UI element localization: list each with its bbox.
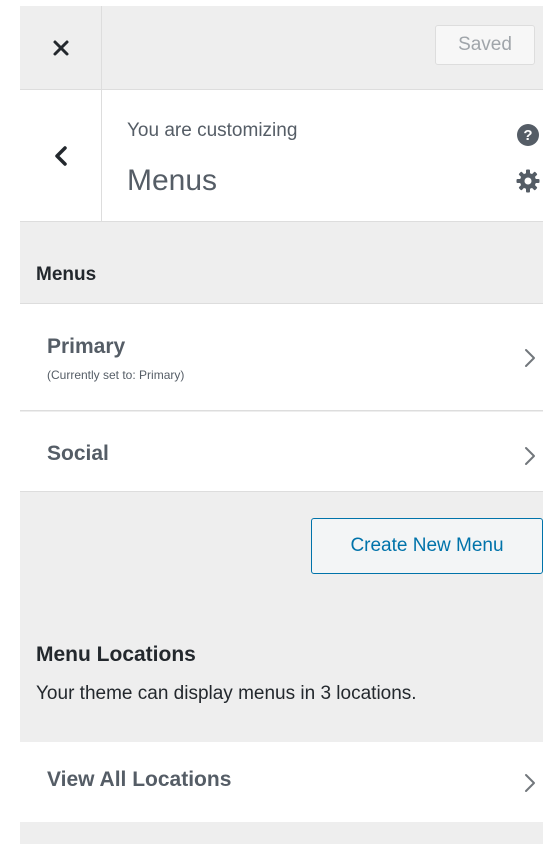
menu-item-primary[interactable]: Primary (Currently set to: Primary) [20,303,543,411]
customizer-panel: Saved You are customizing Menus ? Menus … [20,6,543,844]
close-icon [53,40,68,55]
page-title: Menus [127,164,218,197]
back-button[interactable] [20,90,102,221]
menus-section-heading: Menus [36,264,97,285]
saved-button[interactable]: Saved [435,25,535,65]
menu-locations-heading: Menu Locations [36,643,196,666]
chevron-left-icon [54,145,67,166]
menu-item-sublabel: (Currently set to: Primary) [47,368,185,382]
customizer-topbar: Saved [20,6,543,90]
customizing-label: You are customizing [127,120,298,141]
view-all-locations-button[interactable]: View All Locations [20,742,543,822]
help-icon[interactable]: ? [517,124,539,146]
view-all-locations-label: View All Locations [47,768,232,791]
gear-icon[interactable] [515,168,541,194]
create-new-menu-button[interactable]: Create New Menu [311,518,543,574]
menu-locations-description: Your theme can display menus in 3 locati… [36,683,417,704]
chevron-right-icon [525,774,535,792]
close-button[interactable] [20,6,102,89]
menu-item-label: Primary [47,335,126,358]
customizing-header: You are customizing Menus ? [20,90,543,222]
menu-item-label: Social [47,442,109,465]
chevron-right-icon [525,349,535,367]
chevron-right-icon [525,447,535,465]
menu-item-social[interactable]: Social [20,412,543,492]
